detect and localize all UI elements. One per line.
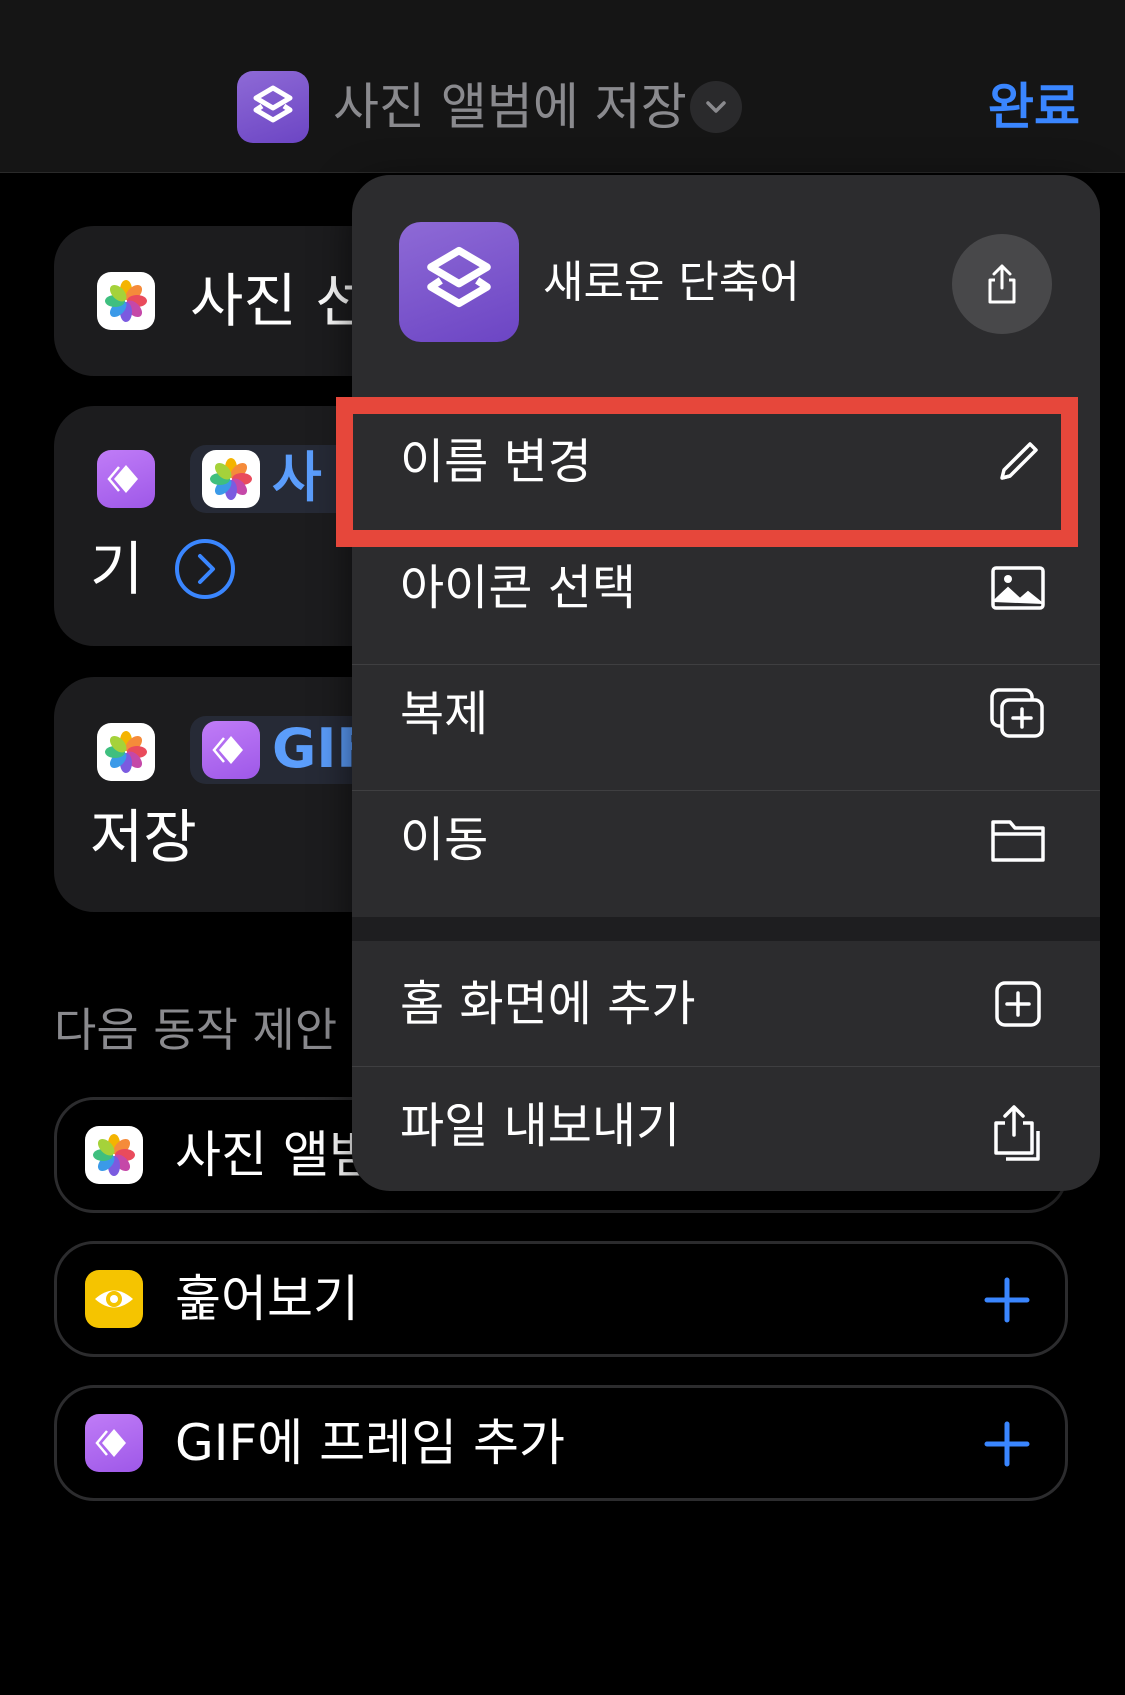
- action-card-save-to-album[interactable]: GIF 저장: [54, 677, 394, 912]
- add-square-icon: [988, 974, 1048, 1034]
- suggestions-header: 다음 동작 제안: [54, 1003, 338, 1057]
- action-text: 저장: [90, 803, 197, 871]
- shortcut-name: 새로운 단축어: [543, 257, 800, 308]
- menu-item-move[interactable]: 이동: [352, 777, 1100, 903]
- chip-label: 사: [272, 446, 322, 509]
- done-button[interactable]: 완료: [988, 74, 1080, 140]
- shortcut-title[interactable]: 사진 앨범에 저장: [333, 74, 687, 140]
- shortcuts-icon[interactable]: [237, 71, 309, 143]
- photos-icon: [97, 272, 155, 330]
- photos-icon: [97, 723, 155, 781]
- suggestion-label: GIF에 프레임 추가: [175, 1414, 566, 1472]
- menu-item-label: 아이콘 선택: [400, 560, 637, 616]
- shortcut-options-menu: 새로운 단축어 이름 변경 아이콘 선택 복제 이동 홈 화면에 추가 파일 내…: [352, 175, 1100, 1191]
- suggestion-label: 사진 앨범: [175, 1126, 375, 1184]
- share-icon: [988, 264, 1016, 304]
- add-plus-icon[interactable]: [977, 1270, 1037, 1330]
- action-text: 사진 선: [190, 267, 369, 335]
- share-button[interactable]: [952, 234, 1052, 334]
- add-plus-icon[interactable]: [977, 1414, 1037, 1474]
- gif-icon: [85, 1414, 143, 1472]
- chevron-down-icon[interactable]: [690, 81, 742, 133]
- menu-item-label: 파일 내보내기: [400, 1098, 681, 1154]
- folder-icon: [988, 810, 1048, 870]
- menu-item-choose-icon[interactable]: 아이콘 선택: [352, 525, 1100, 651]
- menu-item-label: 홈 화면에 추가: [400, 976, 696, 1032]
- gif-icon: [97, 450, 155, 508]
- menu-item-label: 이름 변경: [400, 434, 592, 490]
- photos-icon: [85, 1126, 143, 1184]
- photos-icon: [202, 450, 260, 508]
- navigation-bar: 사진 앨범에 저장 완료: [0, 0, 1125, 173]
- action-card-select-photos[interactable]: 사진 선: [54, 226, 394, 376]
- photo-icon: [988, 558, 1048, 618]
- action-card-make-gif[interactable]: 사 기: [54, 406, 394, 646]
- duplicate-icon: [988, 684, 1048, 744]
- gif-icon: [202, 721, 260, 779]
- suggestion-row-add-frame-to-gif[interactable]: GIF에 프레임 추가: [54, 1385, 1068, 1501]
- menu-item-duplicate[interactable]: 복제: [352, 651, 1100, 777]
- export-icon: [988, 1101, 1048, 1161]
- menu-header: 새로운 단축어: [352, 175, 1100, 390]
- menu-item-rename[interactable]: 이름 변경: [352, 399, 1100, 525]
- menu-item-export-file[interactable]: 파일 내보내기: [352, 1063, 1100, 1189]
- menu-item-add-to-home-screen[interactable]: 홈 화면에 추가: [352, 941, 1100, 1067]
- menu-item-label: 이동: [400, 812, 489, 868]
- menu-group-separator: [352, 917, 1100, 941]
- suggestion-row-quick-look[interactable]: 훑어보기: [54, 1241, 1068, 1357]
- eye-icon: [85, 1270, 143, 1328]
- menu-item-label: 복제: [400, 686, 489, 742]
- suggestion-label: 훑어보기: [175, 1270, 359, 1328]
- action-text: 기: [90, 535, 144, 603]
- chevron-right-circle-icon[interactable]: [174, 538, 236, 600]
- screen: 사진 앨범에 저장 완료 사진 선 사 기 GIF 저장 다음 동작 제안 사진…: [0, 0, 1125, 1695]
- pencil-icon: [988, 432, 1048, 492]
- shortcuts-icon: [399, 222, 519, 342]
